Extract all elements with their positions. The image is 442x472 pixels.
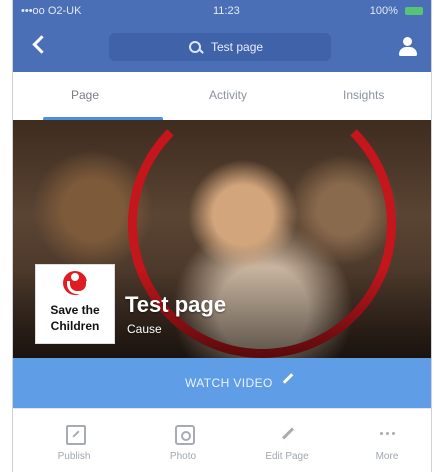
status-time: 11:23 bbox=[213, 5, 240, 17]
back-button[interactable] bbox=[27, 33, 53, 59]
profile-icon[interactable] bbox=[397, 36, 419, 58]
watch-video-button[interactable]: WATCH VIDEO bbox=[13, 358, 431, 408]
tab-activity[interactable]: Activity bbox=[209, 88, 247, 102]
page-logo[interactable]: Save the Children bbox=[35, 264, 115, 344]
status-bar: •••oo O2-UK 11:23 100% bbox=[13, 0, 431, 22]
battery-text: 100% bbox=[369, 5, 398, 17]
logo-text-line1: Save the bbox=[50, 303, 100, 317]
profile-body bbox=[399, 47, 417, 56]
edit-icon bbox=[279, 425, 295, 441]
edit-page-label: Edit Page bbox=[265, 451, 309, 462]
carrier-text: •••oo O2-UK bbox=[21, 5, 82, 17]
save-the-children-logo-icon bbox=[63, 271, 89, 295]
page-title: Test page bbox=[125, 292, 227, 317]
photo-icon bbox=[175, 425, 195, 445]
more-icon bbox=[379, 425, 395, 441]
tab-page[interactable]: Page bbox=[71, 88, 99, 102]
publish-button[interactable]: Publish bbox=[29, 417, 119, 472]
publish-label: Publish bbox=[57, 451, 91, 462]
more-button[interactable]: More bbox=[342, 417, 431, 472]
search-field[interactable]: Test page bbox=[109, 33, 331, 61]
navigation-bar: Test page bbox=[13, 22, 431, 72]
tab-insights[interactable]: Insights bbox=[343, 88, 384, 102]
photo-label: Photo bbox=[169, 451, 197, 462]
pencil-icon bbox=[282, 373, 294, 384]
edit-page-button[interactable]: Edit Page bbox=[242, 417, 332, 472]
page-category: Cause bbox=[127, 322, 162, 336]
watch-video-label: WATCH VIDEO bbox=[185, 376, 273, 390]
status-battery: 100% bbox=[370, 5, 423, 17]
page-actions: Publish Photo Edit Page More bbox=[13, 408, 431, 472]
profile-head bbox=[403, 37, 412, 46]
publish-icon bbox=[66, 425, 86, 445]
search-text: Test page bbox=[211, 40, 264, 54]
search-icon bbox=[189, 41, 201, 53]
page-tabs: Page Activity Insights bbox=[13, 72, 431, 121]
battery-icon bbox=[405, 7, 423, 16]
phone-screen: •••oo O2-UK 11:23 100% Test page Page Ac… bbox=[12, 0, 432, 472]
more-label: More bbox=[375, 451, 399, 462]
logo-text-line2: Children bbox=[50, 319, 100, 333]
top-bar: •••oo O2-UK 11:23 100% Test page bbox=[13, 0, 431, 72]
photo-button[interactable]: Photo bbox=[138, 417, 228, 472]
